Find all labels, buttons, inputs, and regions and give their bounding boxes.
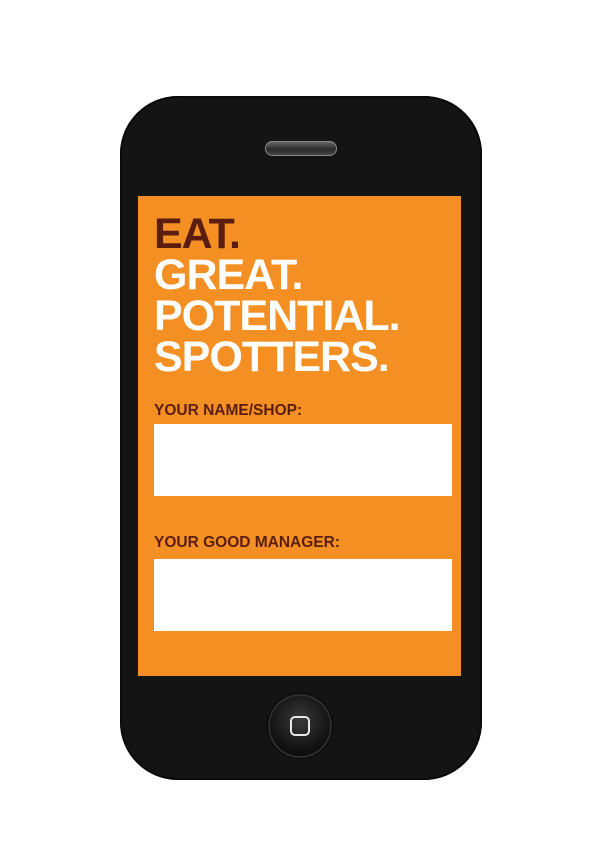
headline-line-eat: EAT. (154, 210, 241, 258)
headline-line-potential: POTENTIAL. (154, 292, 401, 340)
phone-screen: EAT. GREAT. POTENTIAL. SPOTTERS. YOUR NA… (138, 196, 461, 676)
home-square-icon (290, 716, 310, 736)
good-manager-label: YOUR GOOD MANAGER: (154, 534, 340, 551)
page: EAT. GREAT. POTENTIAL. SPOTTERS. YOUR NA… (0, 0, 600, 849)
headline: EAT. GREAT. POTENTIAL. SPOTTERS. (154, 210, 401, 381)
home-button[interactable] (268, 694, 332, 758)
phone-frame: EAT. GREAT. POTENTIAL. SPOTTERS. YOUR NA… (120, 96, 482, 780)
speaker-grille (265, 141, 337, 156)
name-shop-input[interactable] (154, 424, 452, 496)
name-shop-label: YOUR NAME/SHOP: (154, 402, 303, 419)
good-manager-input[interactable] (154, 559, 452, 631)
headline-line-spotters: SPOTTERS. (154, 333, 390, 381)
headline-line-great: GREAT. (154, 251, 303, 299)
